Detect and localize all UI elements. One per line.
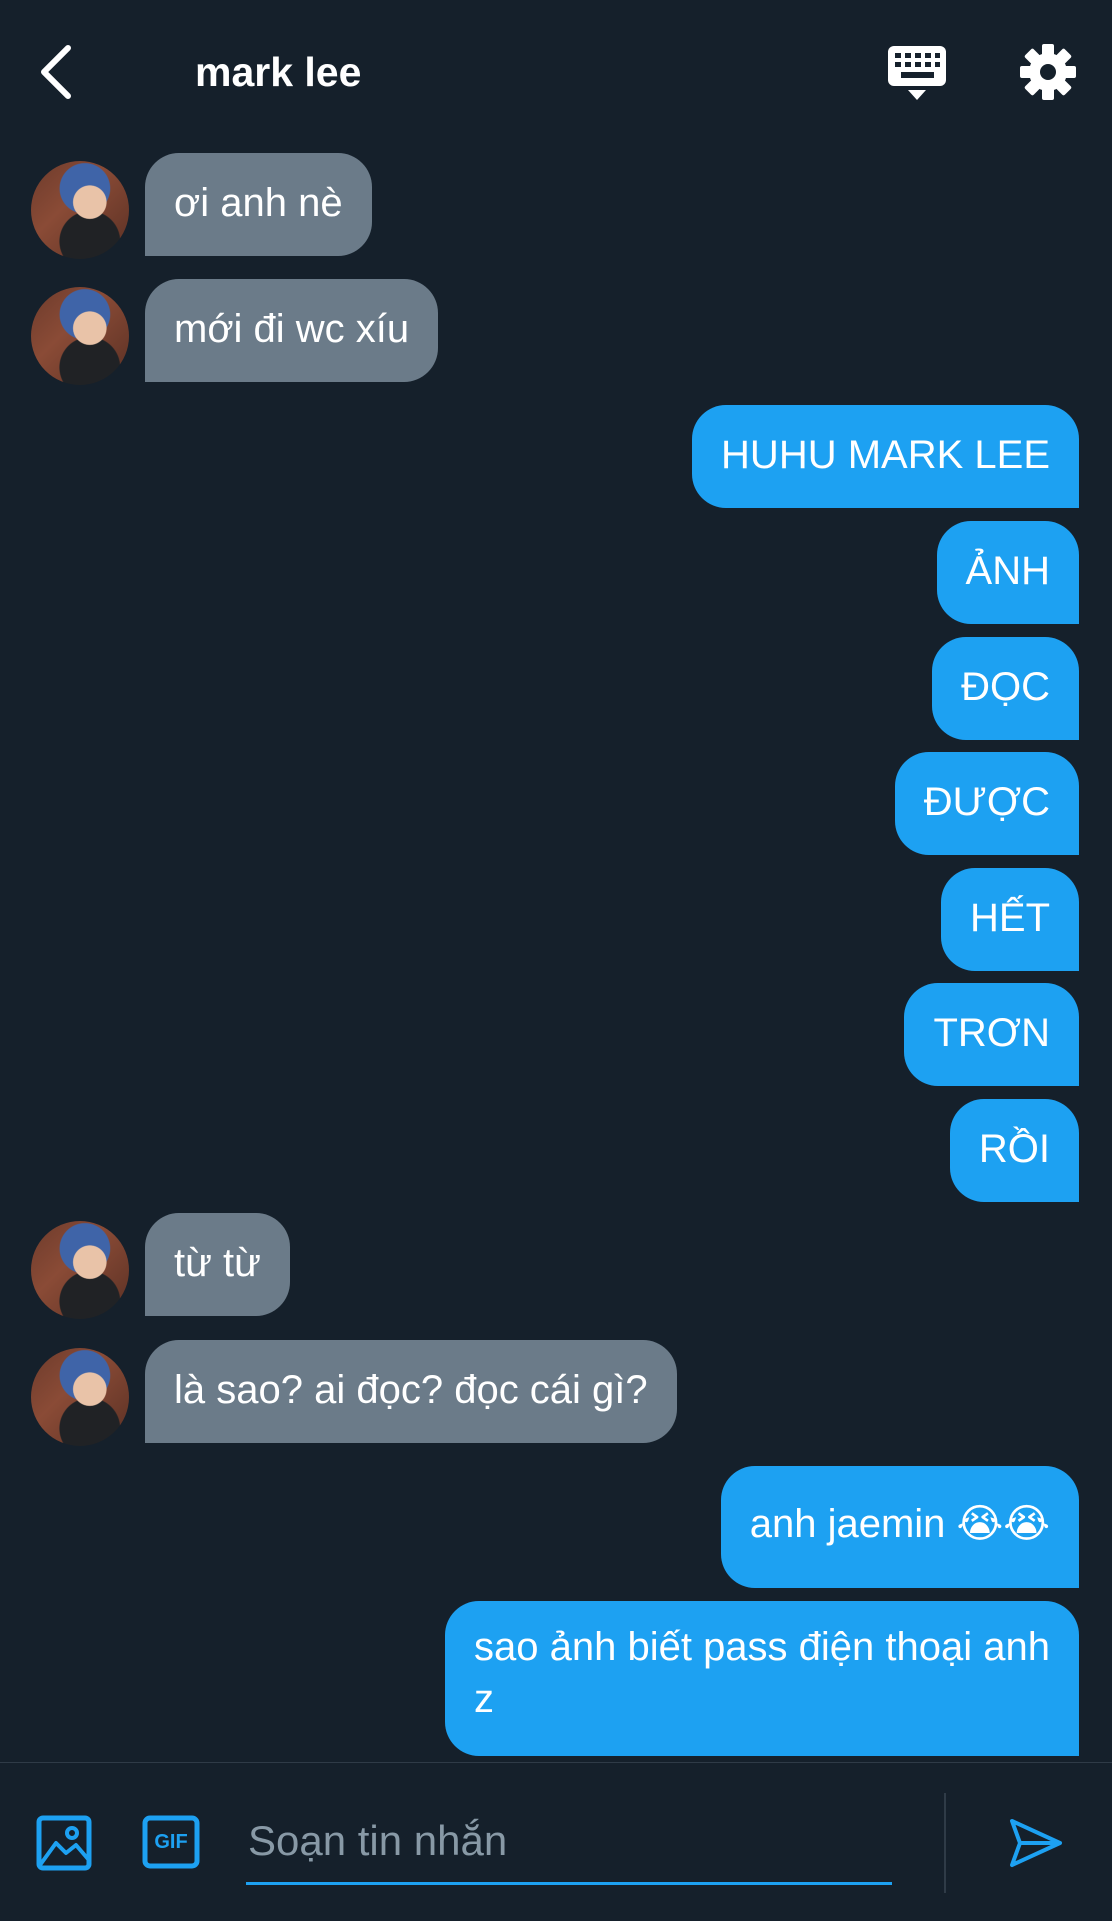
gear-icon xyxy=(1020,44,1076,100)
avatar[interactable] xyxy=(31,1221,129,1319)
keyboard-button[interactable] xyxy=(886,44,950,104)
message-line: z xyxy=(474,1677,494,1721)
message-bubble: ơi anh nè xyxy=(145,153,372,256)
settings-button[interactable] xyxy=(1018,42,1078,102)
message-line: sao ảnh biết pass điện thoại anh xyxy=(474,1625,1050,1669)
avatar[interactable] xyxy=(31,287,129,385)
send-icon xyxy=(1010,1819,1062,1867)
message-bubble-outgoing: anh jaemin 😭😭 xyxy=(720,1466,1079,1588)
divider xyxy=(944,1793,946,1893)
message-bubble-outgoing: sao ảnh biết pass điện thoại anh z xyxy=(445,1601,1079,1756)
message-bubble-outgoing: RỒI xyxy=(949,1099,1079,1202)
add-gif-button[interactable]: GIF xyxy=(142,1815,200,1869)
message-bubble: mới đi wc xíu xyxy=(145,279,439,382)
avatar[interactable] xyxy=(31,1348,129,1446)
message-bubble-outgoing: ĐƯỢC xyxy=(894,752,1079,855)
message-bubble-outgoing: ĐỌC xyxy=(932,637,1079,740)
send-button[interactable] xyxy=(1006,1813,1066,1873)
avatar[interactable] xyxy=(31,161,129,259)
message-composer: GIF xyxy=(0,1762,1112,1921)
back-button[interactable] xyxy=(36,40,88,104)
add-image-button[interactable] xyxy=(36,1815,92,1871)
back-arrow-icon xyxy=(41,45,71,99)
page-title: mark lee xyxy=(195,49,362,95)
message-bubble-outgoing: TRƠN xyxy=(904,983,1079,1086)
message-bubble-outgoing: HẾT xyxy=(941,868,1079,971)
image-icon xyxy=(36,1815,92,1871)
keyboard-icon xyxy=(888,46,946,100)
message-input[interactable] xyxy=(246,1799,892,1885)
gif-label: GIF xyxy=(154,1831,188,1853)
message-bubble: là sao? ai đọc? đọc cái gì? xyxy=(145,1340,677,1443)
message-bubble-outgoing: HUHU MARK LEE xyxy=(692,405,1079,508)
message-bubble: từ từ xyxy=(145,1213,290,1316)
message-bubble-outgoing: ẢNH xyxy=(936,521,1079,624)
conversation-header: mark lee xyxy=(0,0,1112,140)
